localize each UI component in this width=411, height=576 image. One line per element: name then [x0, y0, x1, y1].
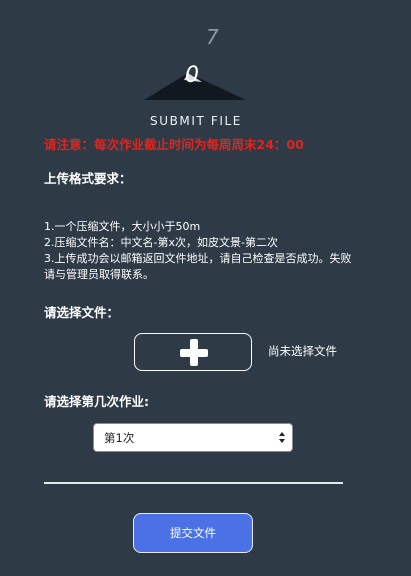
assignment-heading: 请选择第几次作业: [44, 394, 149, 409]
list-item: 1.一个压缩文件，大小小于50m [44, 220, 201, 233]
requirements-list: 1.一个压缩文件，大小小于50m 2.压缩文件名：中文名-第x次，如皮文景-第二… [44, 219, 360, 283]
assignment-select-value: 第1次 [104, 431, 135, 445]
file-picker-heading: 请选择文件： [44, 305, 120, 320]
logo: 7 0 [140, 22, 250, 102]
requirements-heading: 上传格式要求： [44, 171, 132, 186]
choose-file-button[interactable] [134, 333, 252, 371]
divider [44, 482, 343, 484]
assignment-select[interactable]: 第1次 [93, 423, 293, 452]
logo-large-digit: 0 [185, 63, 199, 88]
submit-file-button[interactable]: 提交文件 [133, 513, 253, 553]
deadline-notice: 请注意：每次作业截止时间为每周周末24：00 [44, 137, 304, 152]
file-status-text: 尚未选择文件 [268, 344, 337, 358]
logo-small-digit: 7 [206, 25, 219, 49]
submit-file-logo-icon: 7 0 [144, 25, 246, 100]
list-item: 3.上传成功会以邮箱返回文件地址，请自己检查是否成功。失败请与管理员取得联系。 [44, 252, 352, 281]
list-item: 2.压缩文件名：中文名-第x次，如皮文景-第二次 [44, 236, 278, 249]
page-title: SUBMIT FILE [150, 114, 242, 128]
submit-button-label: 提交文件 [170, 526, 216, 540]
select-arrows-icon [279, 432, 285, 443]
